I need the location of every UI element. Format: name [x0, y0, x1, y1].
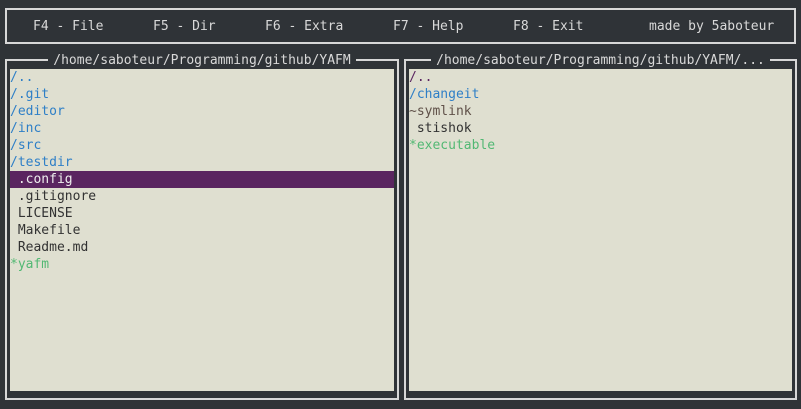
file-entry[interactable]: stishok [409, 120, 792, 137]
file-entry[interactable]: /changeit [409, 86, 792, 103]
entry-name: .gitignore [10, 189, 97, 204]
entry-name: /inc [10, 121, 42, 136]
left-file-list[interactable]: /.. /.git /editor /inc /src /testdir .co… [10, 69, 394, 391]
file-entry[interactable]: ~symlink [409, 103, 792, 120]
menu-dir[interactable]: F5 - Dir [153, 18, 216, 35]
file-entry[interactable]: /editor [10, 103, 394, 120]
entry-name: Makefile [10, 223, 81, 238]
entry-name: ~symlink [409, 104, 472, 119]
menu-file[interactable]: F4 - File [33, 18, 103, 35]
entry-name: /.. [10, 70, 34, 85]
entry-name: /changeit [409, 87, 480, 102]
file-entry[interactable]: /src [10, 137, 394, 154]
file-entry[interactable]: /.. [409, 69, 792, 86]
entry-name: stishok [409, 121, 472, 136]
file-entry[interactable]: /.. [10, 69, 394, 86]
file-entry[interactable]: Makefile [10, 222, 394, 239]
right-panel-path: /home/saboteur/Programming/github/YAFM/.… [431, 53, 770, 68]
author-credit: made by 5aboteur [649, 19, 775, 34]
entry-name: /src [10, 138, 42, 153]
file-entry[interactable]: Readme.md [10, 239, 394, 256]
entry-name: LICENSE [10, 206, 73, 221]
file-entry[interactable]: /.git [10, 86, 394, 103]
entry-name: Readme.md [10, 240, 89, 255]
file-entry[interactable]: /inc [10, 120, 394, 137]
entry-name: /.. [409, 70, 433, 85]
function-key-menu-bar: F4 - File F5 - Dir F6 - Extra F7 - Help … [5, 8, 796, 44]
file-entry[interactable]: LICENSE [10, 205, 394, 222]
left-panel-title: /home/saboteur/Programming/github/YAFM [7, 52, 397, 69]
right-panel-title: /home/saboteur/Programming/github/YAFM/.… [406, 52, 795, 69]
entry-name: *executable [409, 138, 496, 153]
file-entry[interactable]: *executable [409, 137, 792, 154]
file-entry-selected[interactable]: .config [10, 171, 394, 188]
file-entry[interactable]: *yafm [10, 256, 394, 273]
right-file-list[interactable]: /.. /changeit ~symlink stishok *executab… [409, 69, 792, 391]
left-file-panel[interactable]: /home/saboteur/Programming/github/YAFM /… [5, 53, 399, 400]
entry-name: *yafm [10, 257, 50, 272]
file-entry[interactable]: .gitignore [10, 188, 394, 205]
entry-name: /testdir [10, 155, 73, 170]
entry-name: /.git [10, 87, 50, 102]
left-panel-path: /home/saboteur/Programming/github/YAFM [48, 53, 356, 68]
entry-name: /editor [10, 104, 65, 119]
file-entry[interactable]: /testdir [10, 154, 394, 171]
menu-help[interactable]: F7 - Help [393, 18, 463, 35]
menu-exit[interactable]: F8 - Exit [513, 18, 583, 35]
entry-name: .config [10, 172, 73, 187]
menu-extra[interactable]: F6 - Extra [265, 18, 343, 35]
right-file-panel[interactable]: /home/saboteur/Programming/github/YAFM/.… [404, 53, 797, 400]
